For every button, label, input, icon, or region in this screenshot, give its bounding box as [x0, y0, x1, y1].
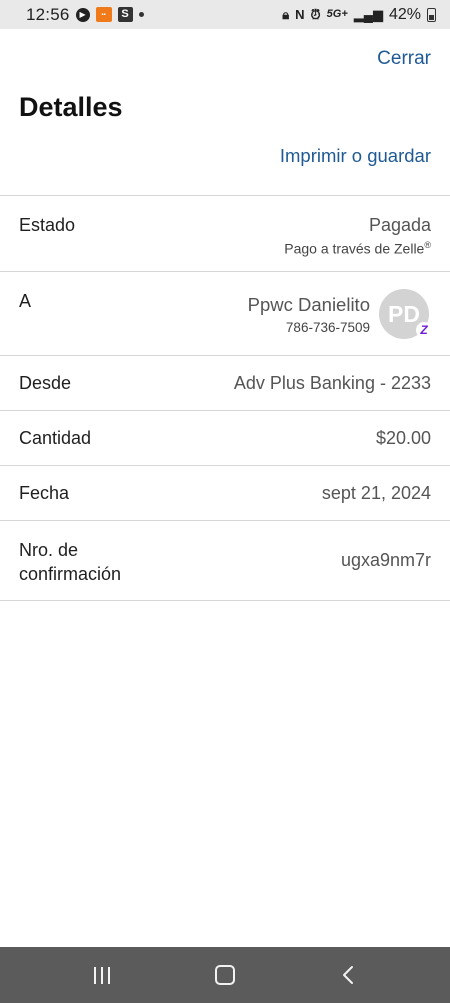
battery-percent: 42% — [388, 5, 421, 23]
amount-value: $20.00 — [375, 428, 431, 448]
date-label: Fecha — [19, 483, 70, 503]
detail-row-amount: Cantidad $20.00 — [0, 411, 450, 466]
app-notification-icon: ▪▪ — [95, 7, 112, 22]
confirmation-number: ugxa9nm7r — [340, 550, 431, 570]
back-icon — [343, 966, 354, 984]
status-left: 12:56 ▶ ▪▪ S — [26, 5, 144, 25]
status-bar: 12:56 ▶ ▪▪ S 🔒︎ N ⏰︎ 5G+ ▂▄▆ 42% — [0, 0, 450, 29]
from-label: Desde — [19, 373, 72, 393]
status-time: 12:56 — [26, 4, 70, 24]
back-button[interactable] — [318, 955, 378, 995]
recents-icon — [93, 966, 110, 984]
navigation-bar — [0, 947, 450, 1003]
s-app-notification-icon: S — [117, 7, 133, 22]
detail-row-recipient: A Ppwc Danielito 786-736-7509 PD Z — [0, 272, 450, 356]
confirmation-label: Nro. de confirmación — [19, 538, 121, 586]
status-subtext: Pago a través de Zelle® — [284, 240, 431, 257]
screen: 12:56 ▶ ▪▪ S 🔒︎ N ⏰︎ 5G+ ▂▄▆ 42% Cerrar … — [0, 0, 450, 1003]
status-value: Pagada — [368, 215, 431, 235]
print-or-save-button[interactable]: Imprimir o guardar — [280, 145, 431, 167]
status-subtext-text: Pago a través de Zelle — [284, 240, 425, 257]
detail-row-date: Fecha sept 21, 2024 — [0, 466, 450, 521]
more-notifications-icon — [138, 12, 144, 17]
date-value: sept 21, 2024 — [321, 483, 431, 503]
play-notification-icon: ▶ — [75, 7, 90, 22]
confirmation-label-line1: Nro. de — [19, 540, 79, 560]
confirmation-label-line2: confirmación — [19, 564, 122, 584]
detail-row-confirmation: Nro. de confirmación ugxa9nm7r — [0, 521, 450, 601]
registered-mark: ® — [424, 240, 431, 250]
recipient-label: A — [19, 291, 32, 311]
signal-icon: ▂▄▆ — [353, 7, 383, 22]
recipient-name: Ppwc Danielito — [247, 294, 370, 315]
alarm-icon: ⏰︎ — [310, 7, 321, 22]
details-list: Estado Pagada Pago a través de Zelle® A … — [0, 195, 450, 601]
network-type: 5G+ — [326, 8, 348, 20]
zelle-badge-icon: Z — [416, 322, 432, 338]
recipient-phone: 786-736-7509 — [285, 320, 370, 335]
status-right: 🔒︎ N ⏰︎ 5G+ ▂▄▆ 42% — [282, 6, 436, 24]
detail-row-from: Desde Adv Plus Banking - 2233 — [0, 356, 450, 411]
nfc-icon: N — [295, 7, 305, 22]
lock-icon: 🔒︎ — [282, 7, 290, 22]
home-icon — [214, 965, 235, 985]
from-account: Adv Plus Banking - 2233 — [233, 373, 431, 393]
page-title: Detalles — [19, 92, 123, 122]
home-button[interactable] — [195, 955, 255, 995]
close-button[interactable]: Cerrar — [377, 48, 431, 70]
status-label: Estado — [19, 215, 76, 235]
battery-icon — [427, 7, 436, 22]
detail-row-status: Estado Pagada Pago a través de Zelle® — [0, 196, 450, 272]
amount-label: Cantidad — [19, 428, 92, 448]
recents-button[interactable] — [72, 955, 132, 995]
